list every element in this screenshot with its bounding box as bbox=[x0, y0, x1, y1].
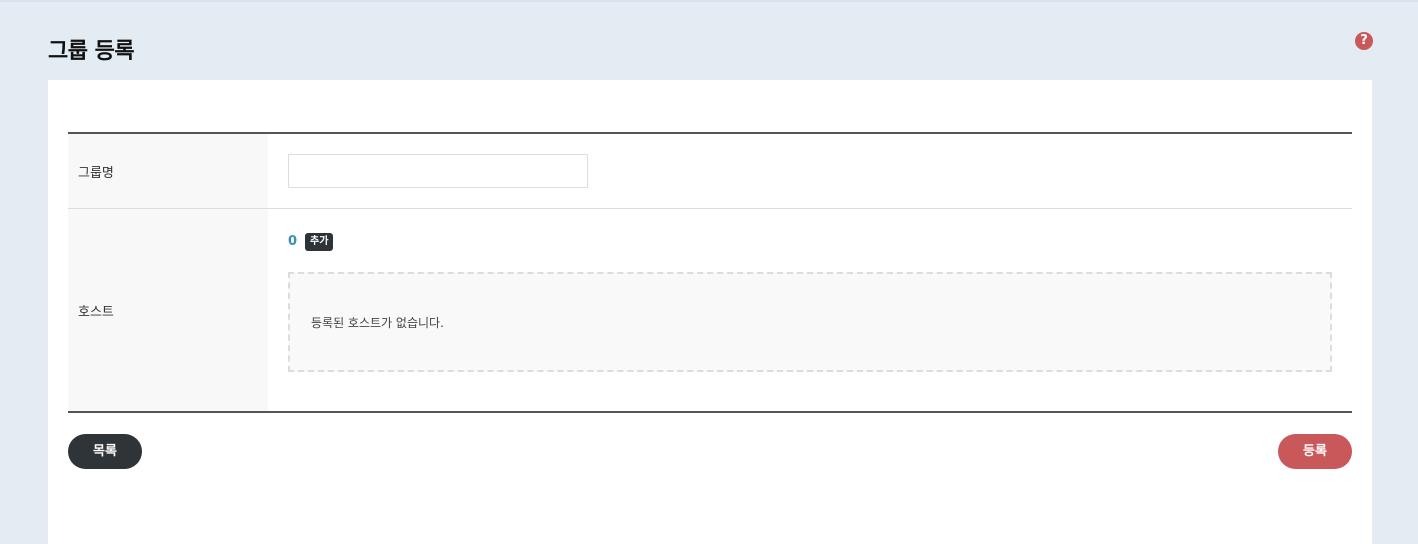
host-label: 호스트 bbox=[68, 209, 268, 411]
group-name-label: 그룹명 bbox=[68, 134, 268, 208]
group-name-input[interactable] bbox=[288, 154, 588, 188]
page-title: 그룹 등록 bbox=[48, 39, 135, 64]
list-button[interactable]: 목록 bbox=[68, 434, 142, 469]
help-icon[interactable]: ? bbox=[1355, 32, 1373, 50]
form-card: 그룹명 호스트 0 추가 등록된 호스트가 없습니다. 목록 등록 bbox=[48, 80, 1372, 544]
top-divider bbox=[0, 0, 1418, 2]
group-name-row: 그룹명 bbox=[68, 134, 1352, 208]
form-table: 그룹명 호스트 0 추가 등록된 호스트가 없습니다. bbox=[68, 132, 1352, 413]
host-cell: 0 추가 등록된 호스트가 없습니다. bbox=[268, 209, 1352, 411]
host-list-empty: 등록된 호스트가 없습니다. bbox=[288, 272, 1332, 372]
host-count: 0 bbox=[288, 234, 298, 249]
group-name-cell bbox=[268, 134, 1352, 208]
register-button[interactable]: 등록 bbox=[1278, 434, 1352, 469]
add-host-button[interactable]: 추가 bbox=[305, 233, 334, 251]
host-row: 호스트 0 추가 등록된 호스트가 없습니다. bbox=[68, 208, 1352, 411]
host-empty-message: 등록된 호스트가 없습니다. bbox=[311, 315, 444, 330]
